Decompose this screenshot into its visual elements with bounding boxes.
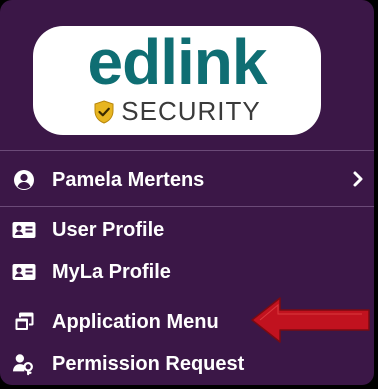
logo-wordmark: edlink	[87, 26, 268, 98]
user-circle-icon	[12, 168, 36, 192]
id-card-icon	[12, 218, 36, 242]
shield-icon	[94, 99, 114, 124]
menu-item-label: MyLa Profile	[52, 260, 171, 283]
divider	[0, 206, 374, 207]
user-name: Pamela Mertens	[52, 168, 205, 191]
red-arrow-annotation	[251, 297, 370, 343]
menu-item-label: Application Menu	[52, 310, 219, 333]
logo-subtitle: SECURITY	[121, 96, 261, 126]
menu-item-label: Permission Request	[52, 352, 245, 375]
id-card-icon	[12, 260, 36, 284]
menu-item-user-profile[interactable]: User Profile	[0, 210, 374, 250]
user-key-icon	[12, 352, 36, 376]
windows-stack-icon	[12, 310, 36, 334]
user-menu-item[interactable]: Pamela Mertens	[0, 160, 374, 200]
logo-subtitle-row: SECURITY	[33, 96, 321, 127]
menu-item-myla-profile[interactable]: MyLa Profile	[0, 252, 374, 292]
menu-item-label: User Profile	[52, 218, 165, 241]
sidebar-panel: edlink SECURITY Pamela Mertens User Prof…	[0, 0, 374, 385]
chevron-right-icon[interactable]	[352, 170, 364, 194]
menu-item-permission-request[interactable]: Permission Request	[0, 344, 374, 384]
divider	[0, 150, 374, 151]
edlink-logo: edlink SECURITY	[33, 26, 321, 135]
